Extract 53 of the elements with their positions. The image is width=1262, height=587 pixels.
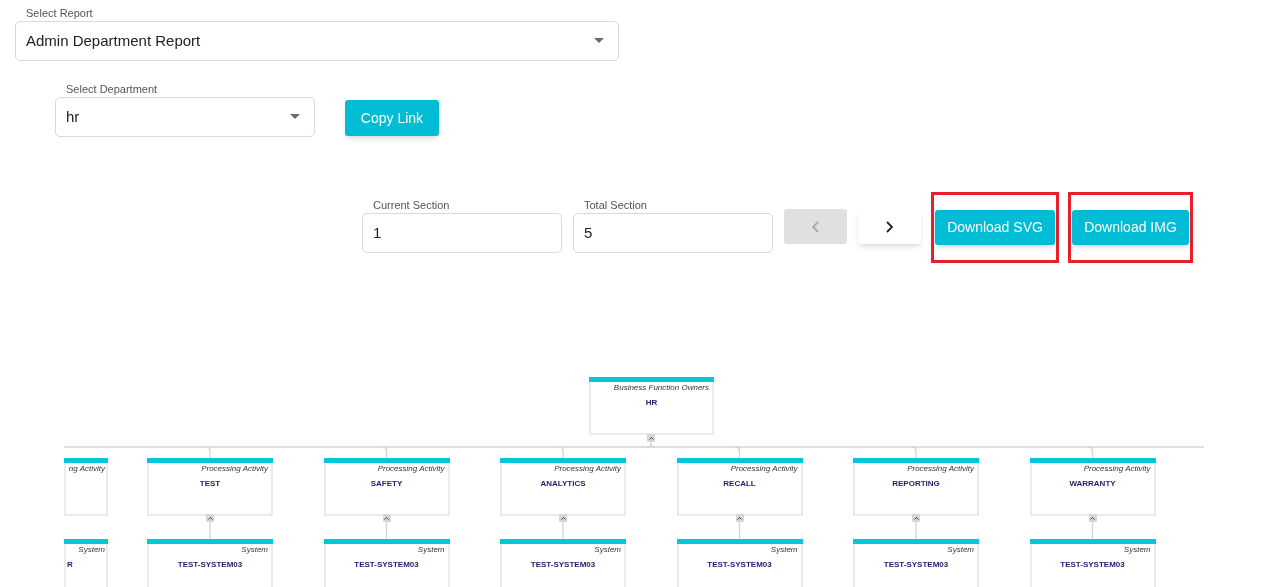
- node-type-label: Processing Activity: [201, 464, 268, 474]
- node-name: REPORTING: [892, 479, 940, 489]
- select-field[interactable]: Admin Department Report: [15, 21, 619, 61]
- node-type-label: System: [947, 545, 974, 555]
- chevron-up-icon: [560, 516, 566, 520]
- node-name: TEST-SYSTEM03: [354, 560, 419, 570]
- node-name: TEST-SYSTEM03: [177, 560, 243, 570]
- node-name: TEST: [199, 479, 221, 489]
- chevron-up-icon: [913, 516, 919, 520]
- collapse-toggle[interactable]: [647, 434, 655, 442]
- node-type-label: ng Activity: [68, 464, 105, 474]
- node-name: TEST-SYSTEM03: [707, 560, 772, 570]
- chevron-up-icon: [1090, 516, 1095, 520]
- node-type-label: Business Function Owners: [613, 383, 709, 393]
- dropdown-caret-icon: [290, 114, 300, 119]
- node-type-label: System: [1123, 545, 1151, 555]
- chevron-left-icon: [812, 220, 819, 233]
- node-type-label: Processing Activity: [377, 464, 445, 474]
- node-type-label: Processing Activity: [907, 464, 974, 474]
- chevron-up-icon: [384, 516, 389, 520]
- input-field[interactable]: 1: [362, 213, 562, 253]
- node-type-label: Processing Activity: [730, 464, 798, 474]
- chevron-up-icon: [648, 436, 654, 440]
- chevron-up-icon: [737, 516, 742, 520]
- node-header-bar: [64, 458, 108, 463]
- node-name: TEST-SYSTEM03: [1060, 560, 1125, 570]
- collapse-toggle[interactable]: [735, 514, 744, 522]
- chevron-right-icon: [886, 220, 893, 233]
- node-type-label: System: [770, 545, 798, 555]
- input-field[interactable]: 5: [573, 213, 773, 253]
- node-name: WARRANTY: [1069, 479, 1116, 489]
- node-type-label: System: [594, 545, 621, 555]
- node-name: RECALL: [723, 479, 756, 489]
- node-name: ANALYTICS: [540, 479, 586, 489]
- collapse-toggle[interactable]: [1088, 514, 1097, 522]
- collapse-toggle[interactable]: [559, 514, 567, 522]
- node-type-label: System: [417, 545, 445, 555]
- node-name: SAFETY: [370, 479, 403, 489]
- dropdown-caret-icon: [594, 38, 604, 43]
- node-name: TEST-SYSTEM03: [530, 560, 596, 570]
- node-type-label: Processing Activity: [1083, 464, 1151, 474]
- chevron-up-icon: [207, 516, 213, 520]
- node-type-label: System: [78, 545, 105, 555]
- collapse-toggle[interactable]: [206, 514, 214, 522]
- node-type-label: System: [241, 545, 268, 555]
- node-name: TEST-SYSTEM03: [883, 560, 949, 570]
- node-name: HR: [645, 398, 658, 408]
- node-header-bar: [64, 539, 108, 544]
- select-field[interactable]: hr: [55, 97, 315, 137]
- node-name: R: [67, 560, 73, 570]
- collapse-toggle[interactable]: [912, 514, 920, 522]
- collapse-toggle[interactable]: [382, 514, 391, 522]
- node-type-label: Processing Activity: [554, 464, 621, 474]
